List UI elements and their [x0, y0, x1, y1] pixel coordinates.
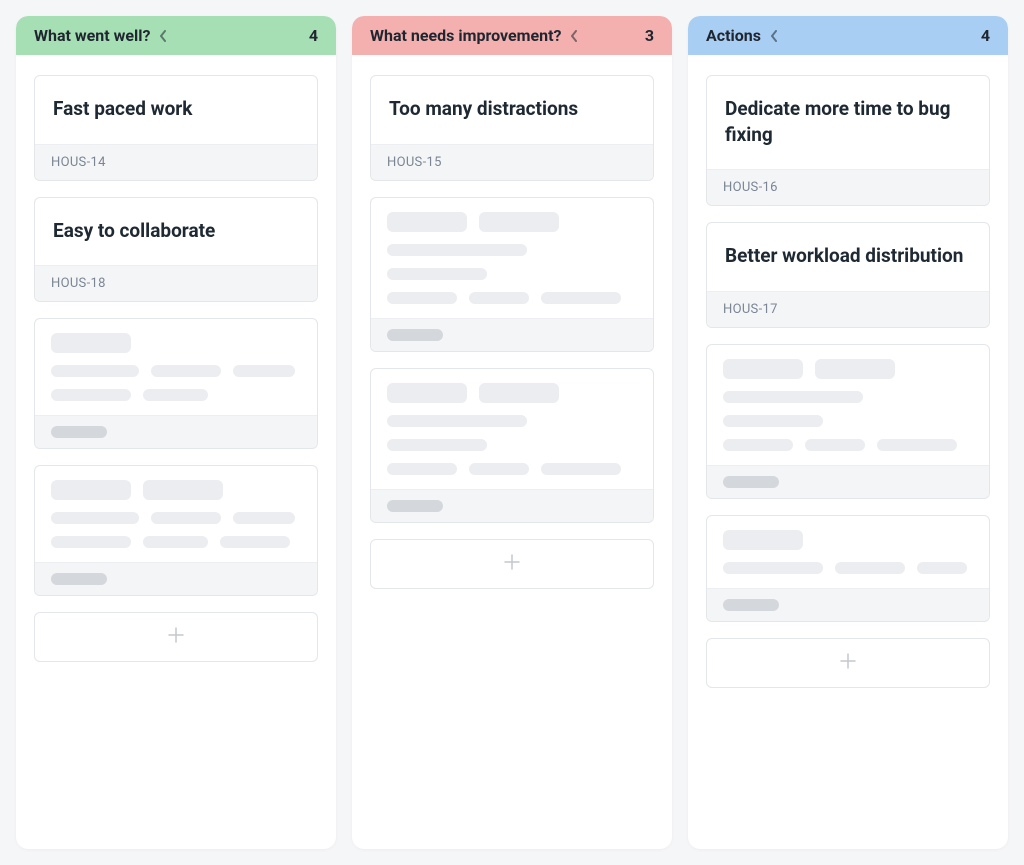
placeholder-pill	[723, 476, 779, 488]
column-actions: Actions 4 Dedicate more time to bug fixing…	[688, 16, 1008, 849]
placeholder-bar	[143, 480, 223, 500]
placeholder-card	[370, 368, 654, 523]
placeholder-pill	[51, 426, 107, 438]
retro-board: What went well? 4 Fast paced work HOUS-14 Ea…	[0, 0, 1024, 865]
column-improvement: What needs improvement? 3 Too many distrac…	[352, 16, 672, 849]
placeholder-bar	[387, 415, 527, 427]
placeholder-bar	[387, 212, 467, 232]
placeholder-bar	[143, 389, 208, 401]
placeholder-bar	[917, 562, 967, 574]
placeholder-footer	[35, 562, 317, 595]
placeholder-bar	[151, 365, 221, 377]
card-key: HOUS-17	[707, 291, 989, 327]
placeholder-bar	[723, 415, 823, 427]
placeholder-bar	[541, 463, 621, 475]
placeholder-bar	[469, 463, 529, 475]
chevron-left-icon[interactable]	[769, 29, 779, 43]
card-key: HOUS-16	[707, 169, 989, 205]
placeholder-bar	[723, 391, 863, 403]
card-key: HOUS-15	[371, 144, 653, 180]
placeholder-bar	[51, 365, 139, 377]
placeholder-bar	[51, 389, 131, 401]
card-title: Dedicate more time to bug fixing	[725, 96, 971, 147]
placeholder-pill	[387, 329, 443, 341]
chevron-left-icon[interactable]	[158, 29, 168, 43]
column-went-well: What went well? 4 Fast paced work HOUS-14 Ea…	[16, 16, 336, 849]
column-count: 3	[645, 26, 654, 45]
placeholder-bar	[387, 383, 467, 403]
card[interactable]: Dedicate more time to bug fixing HOUS-16	[706, 75, 990, 206]
add-card-button[interactable]	[370, 539, 654, 589]
card-title: Fast paced work	[53, 96, 299, 122]
placeholder-footer	[707, 465, 989, 498]
placeholder-card	[34, 318, 318, 449]
placeholder-bar	[805, 439, 865, 451]
placeholder-bar	[151, 512, 221, 524]
placeholder-card	[706, 344, 990, 499]
placeholder-bar	[51, 480, 131, 500]
placeholder-bar	[387, 439, 487, 451]
column-body: Fast paced work HOUS-14 Easy to collaborat…	[16, 55, 336, 682]
column-header[interactable]: What needs improvement? 3	[352, 16, 672, 55]
placeholder-bar	[815, 359, 895, 379]
card-title: Better workload distribution	[725, 243, 971, 269]
placeholder-bar	[469, 292, 529, 304]
column-title: What went well?	[34, 26, 150, 45]
column-title: Actions	[706, 26, 761, 45]
card[interactable]: Easy to collaborate HOUS-18	[34, 197, 318, 303]
column-title: What needs improvement?	[370, 26, 561, 45]
placeholder-bar	[51, 512, 139, 524]
placeholder-bar	[877, 439, 957, 451]
placeholder-card	[34, 465, 318, 596]
column-body: Too many distractions HOUS-15	[352, 55, 672, 609]
placeholder-footer	[707, 588, 989, 621]
placeholder-bar	[220, 536, 290, 548]
card-title: Easy to collaborate	[53, 218, 299, 244]
placeholder-pill	[723, 599, 779, 611]
placeholder-bar	[51, 536, 131, 548]
add-card-button[interactable]	[706, 638, 990, 688]
column-body: Dedicate more time to bug fixing HOUS-16 B…	[688, 55, 1008, 708]
plus-icon	[166, 625, 186, 649]
placeholder-bar	[387, 292, 457, 304]
plus-icon	[838, 651, 858, 675]
placeholder-bar	[723, 530, 803, 550]
placeholder-bar	[479, 383, 559, 403]
placeholder-card	[370, 197, 654, 352]
placeholder-bar	[387, 268, 487, 280]
chevron-left-icon[interactable]	[569, 29, 579, 43]
placeholder-bar	[143, 536, 208, 548]
placeholder-bar	[835, 562, 905, 574]
placeholder-footer	[35, 415, 317, 448]
placeholder-bar	[51, 333, 131, 353]
placeholder-card	[706, 515, 990, 622]
column-header[interactable]: Actions 4	[688, 16, 1008, 55]
placeholder-bar	[233, 365, 295, 377]
placeholder-bar	[387, 463, 457, 475]
column-count: 4	[981, 26, 990, 45]
placeholder-bar	[479, 212, 559, 232]
placeholder-bar	[387, 244, 527, 256]
column-count: 4	[309, 26, 318, 45]
column-header[interactable]: What went well? 4	[16, 16, 336, 55]
placeholder-bar	[723, 562, 823, 574]
card-title: Too many distractions	[389, 96, 635, 122]
placeholder-pill	[387, 500, 443, 512]
card[interactable]: Fast paced work HOUS-14	[34, 75, 318, 181]
placeholder-footer	[371, 489, 653, 522]
placeholder-bar	[233, 512, 295, 524]
placeholder-pill	[51, 573, 107, 585]
plus-icon	[502, 552, 522, 576]
add-card-button[interactable]	[34, 612, 318, 662]
placeholder-bar	[723, 359, 803, 379]
card-key: HOUS-14	[35, 144, 317, 180]
placeholder-bar	[723, 439, 793, 451]
placeholder-footer	[371, 318, 653, 351]
card-key: HOUS-18	[35, 265, 317, 301]
card[interactable]: Too many distractions HOUS-15	[370, 75, 654, 181]
placeholder-bar	[541, 292, 621, 304]
card[interactable]: Better workload distribution HOUS-17	[706, 222, 990, 328]
